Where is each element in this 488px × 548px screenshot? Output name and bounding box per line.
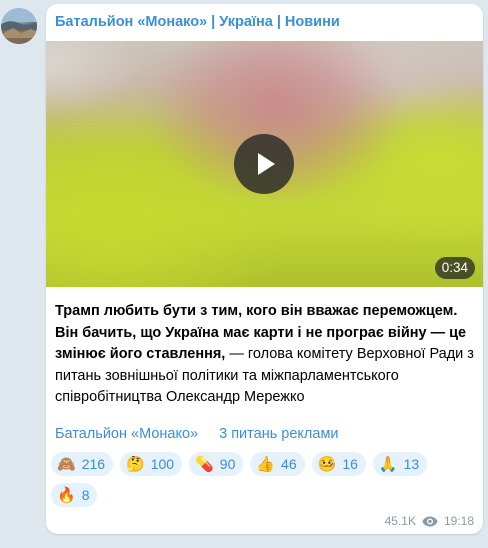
reactions-bar: 🙈 216 🤔 100 💊 90 👍 46 🤒 16 🙏 13 🔥 8 (51, 452, 471, 507)
reaction-count: 8 (81, 487, 90, 503)
reaction-see-no-evil[interactable]: 🙈 216 (51, 452, 114, 476)
play-icon (258, 153, 275, 175)
video-duration: 0:34 (434, 257, 475, 279)
reaction-count: 216 (81, 456, 106, 472)
reaction-thumbs-up[interactable]: 👍 46 (250, 452, 305, 476)
message-meta: 45.1K 19:18 (385, 514, 474, 528)
thinking-face-icon: 🤔 (126, 455, 145, 473)
reaction-sick-face[interactable]: 🤒 16 (311, 452, 366, 476)
channel-avatar[interactable] (1, 8, 37, 44)
reaction-pray[interactable]: 🙏 13 (372, 452, 428, 476)
message-bubble: Батальйон «Монако» | Україна | Новини 0:… (46, 4, 483, 534)
sick-face-icon: 🤒 (317, 455, 337, 473)
reaction-count: 16 (342, 456, 358, 472)
view-count: 45.1K (384, 514, 416, 528)
message-time: 19:18 (443, 514, 474, 528)
pill-icon: 💊 (195, 455, 214, 473)
reaction-count: 46 (281, 456, 297, 472)
see-no-evil-monkey-icon: 🙈 (57, 455, 76, 473)
channel-link[interactable]: Батальйон «Монако» (55, 426, 198, 442)
message-links: Батальйон «Монако» 3 питань реклами (55, 426, 339, 442)
reaction-pill[interactable]: 💊 90 (189, 452, 244, 476)
play-button[interactable] (234, 134, 294, 194)
reaction-fire[interactable]: 🔥 8 (51, 483, 98, 507)
folded-hands-icon: 🙏 (378, 455, 398, 473)
video-player[interactable]: 0:34 (46, 41, 483, 287)
thumbs-up-icon: 👍 (256, 455, 276, 473)
reaction-count: 100 (150, 456, 175, 472)
reaction-count: 90 (219, 456, 236, 472)
fire-icon: 🔥 (57, 486, 76, 504)
eye-icon (422, 516, 438, 527)
reaction-count: 13 (403, 456, 420, 472)
reaction-thinking[interactable]: 🤔 100 (120, 452, 183, 476)
ads-link[interactable]: 3 питань реклами (219, 426, 338, 442)
channel-name[interactable]: Батальйон «Монако» | Україна | Новини (55, 14, 340, 30)
message-text: Трамп любить бути з тим, кого він вважає… (55, 301, 475, 409)
